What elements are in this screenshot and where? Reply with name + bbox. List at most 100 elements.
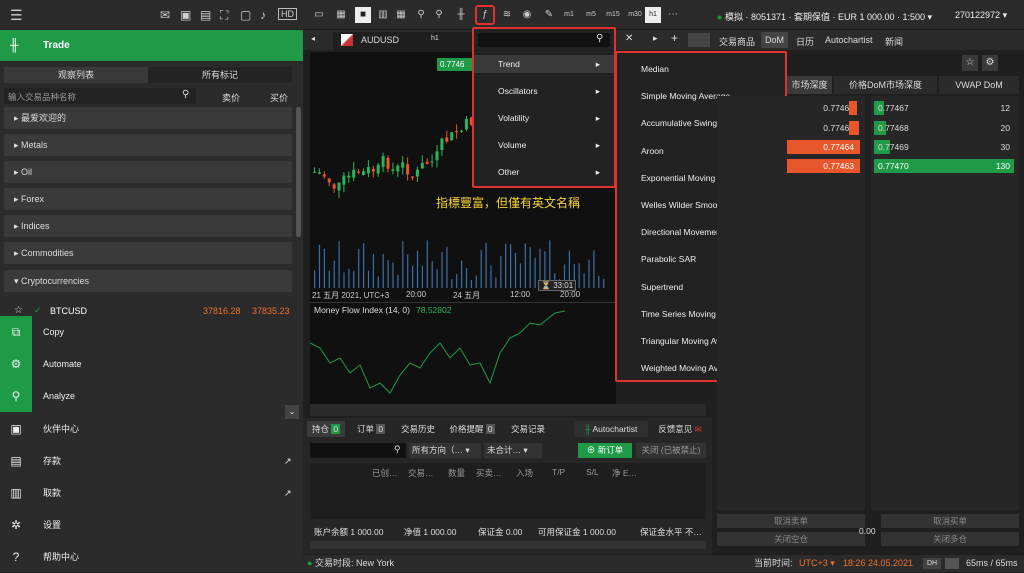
tab-orders[interactable]: 订单 0 [351,421,391,437]
gift-icon[interactable]: ▣ [180,8,191,22]
chart-tab-audusd[interactable]: AUDUSD h1 [333,32,473,50]
new-order-button[interactable]: ⊕ 新订单 [578,443,632,458]
star-icon[interactable]: ☆ [962,55,978,71]
scroll-right-icon[interactable]: ▸ [653,33,658,44]
settings-icon[interactable]: ⚙ [982,55,998,71]
column-header[interactable]: 入场 [516,467,533,479]
indicator-search-input[interactable]: ⚲ [478,33,610,47]
star-icon[interactable]: ☆ [14,305,23,316]
menu-item-oscillators[interactable]: Oscillators ▸ [474,82,614,100]
tab-dom[interactable]: DoM [761,32,789,48]
category-metals[interactable]: ▸ Metals [4,134,292,156]
tab-watchlist[interactable]: 观察列表 [4,67,148,83]
tf-m30[interactable]: m30 [627,7,643,23]
tab-list-icon[interactable] [688,33,710,47]
sound-icon[interactable]: ♪ [260,8,266,22]
category-forex[interactable]: ▸ Forex [4,188,292,210]
indicator-pane[interactable]: Money Flow Index (14, 0) 78.52802 [309,302,616,404]
column-header[interactable]: 净 E… [612,467,637,479]
tab-price-dom[interactable]: 价格DoM市场深度 [834,76,937,94]
positions-scrollbar[interactable] [310,541,706,549]
tab-vwap-dom[interactable]: VWAP DoM [939,76,1019,94]
menu-item-median[interactable]: Median [617,62,785,76]
tf-h1[interactable]: h1 [645,7,661,23]
single-chart-icon[interactable]: ■ [355,7,371,23]
tab-symbols[interactable]: 交易商品 [719,35,755,48]
zoom-in-icon[interactable]: ⚲ [413,7,429,23]
menu-item-other[interactable]: Other ▸ [474,163,614,181]
category-commodities[interactable]: ▸ Commodities [4,242,292,264]
menu-item-trend[interactable]: Trend ▸ [474,55,614,73]
feedback-button[interactable]: 反馈意见 ✉ [652,421,708,437]
trade-nav[interactable]: ╫ Trade [0,30,303,61]
column-header[interactable]: 已创… [372,467,398,479]
tf-m15[interactable]: m15 [605,7,621,23]
candlestick-icon[interactable]: ╫ [453,7,469,23]
category-favorites[interactable]: ▸ 最爱欢迎的 [4,107,292,129]
close-all-button[interactable]: 关闭 (已被禁止) [636,443,706,458]
nav-deposit[interactable]: ▤ 存款 ↗ [0,445,303,477]
ask-row[interactable]: 0.77467 12 [874,101,1014,115]
tab-alerts[interactable]: 价格提醒 0 [443,421,501,437]
direction-select[interactable]: 所有方向（… ▾ [409,443,481,458]
column-header[interactable]: 买卖… [476,467,502,479]
dh-toggle[interactable]: DH [923,558,941,569]
tab-news[interactable]: 新闻 [885,35,903,48]
indicators-icon[interactable]: ƒ [475,5,495,25]
add-tab-icon[interactable]: + [671,31,678,45]
tab-calendar[interactable]: 日历 [796,35,814,48]
grid-chart-icon[interactable]: ▦ [393,7,409,23]
category-oil[interactable]: ▸ Oil [4,161,292,183]
chart-scrollbar[interactable] [310,404,706,416]
nav-partner[interactable]: ▣ 伙伴中心 [0,413,303,445]
bid-price[interactable]: 0.77463 [787,159,860,173]
screenshot-icon[interactable]: ▢ [240,8,251,22]
menu-item-volatility[interactable]: Volatility ▸ [474,109,614,127]
nav-copy[interactable]: ⧉ Copy [0,316,303,348]
envelope-icon[interactable]: ✉ [160,8,170,22]
layout-icon[interactable]: ▦ [333,7,349,23]
column-header[interactable]: S/L [586,467,599,477]
ask-row[interactable]: 0.77470 130 [874,159,1014,173]
fullscreen-icon[interactable]: ⛶ [220,8,228,23]
ask-row[interactable]: 0.77469 30 [874,140,1014,154]
close-short-button[interactable]: 关闭空仓 [717,532,865,546]
category-crypto[interactable]: ▾ Cryptocurrencies [4,270,292,292]
tf-m5[interactable]: m5 [583,7,599,23]
column-header[interactable]: T/P [552,467,565,477]
briefcase-icon[interactable]: ▤ [200,8,211,22]
column-header[interactable]: 交易… [408,467,434,479]
aggregate-select[interactable]: 未合计… ▾ [484,443,542,458]
split-chart-icon[interactable]: ▥ [375,7,391,23]
tab-autochartist[interactable]: Autochartist [825,35,873,45]
close-icon[interactable]: ✕ [625,33,633,44]
tab-history[interactable]: 交易历史 [397,421,439,437]
menu-item-volume[interactable]: Volume ▸ [474,136,614,154]
tab-positions[interactable]: 持仓 0 [307,421,345,437]
timezone-select[interactable]: UTC+3 ▾ [799,555,835,572]
positions-search-input[interactable]: ⚲ [310,443,406,458]
column-header[interactable]: 数量 [448,467,465,479]
nav-help[interactable]: ? 帮助中心 [0,541,303,573]
account-info[interactable]: ● 模拟 · 8051371 · 套期保值 · EUR 1 000.00 · 1… [717,10,932,23]
account-id[interactable]: 270122972 ▾ [955,10,1007,21]
drawing-icon[interactable]: ✎ [541,7,557,23]
monitor-icon[interactable]: ▭ [311,7,327,23]
eye-icon[interactable]: ◉ [519,7,535,23]
search-icon[interactable]: ⚲ [182,89,189,100]
nav-analyze[interactable]: ⚲ Analyze [0,380,303,412]
tab-market-depth[interactable]: 市场深度 [787,76,832,94]
more-icon[interactable]: ⋯ [665,7,681,23]
tf-m1[interactable]: m1 [561,7,577,23]
nav-automate[interactable]: ⚙ Automate [0,348,303,380]
panel-toggle-icon[interactable] [945,558,959,569]
cancel-buy-button[interactable]: 取消买单 [881,514,1019,528]
layers-icon[interactable]: ≋ [499,7,515,23]
cancel-sell-button[interactable]: 取消卖单 [717,514,865,528]
watchlist-scrollbar[interactable] [296,107,301,237]
bid-price[interactable]: 0.77464 [787,140,860,154]
close-long-button[interactable]: 关闭多仓 [881,532,1019,546]
ask-row[interactable]: 0.77468 20 [874,121,1014,135]
tab-journal[interactable]: 交易记录 [506,421,550,437]
nav-settings[interactable]: ✲ 设置 [0,509,303,541]
